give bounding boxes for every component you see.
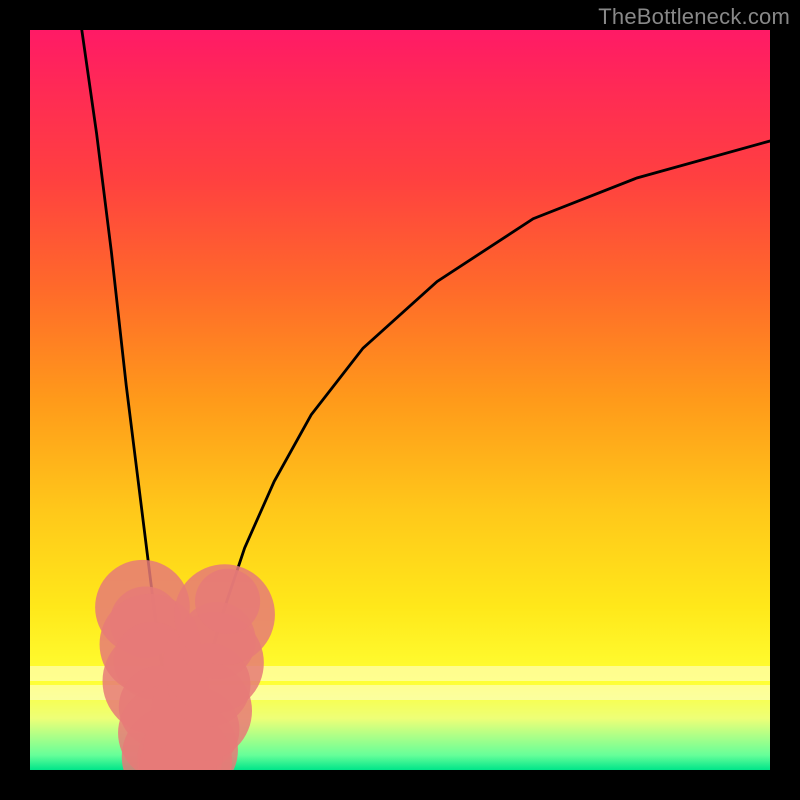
curve-right-branch — [178, 141, 770, 766]
plot-area — [30, 30, 770, 770]
watermark-text: TheBottleneck.com — [598, 4, 790, 30]
valley-dot — [195, 569, 260, 634]
valley-dots — [95, 560, 275, 770]
curves-svg — [30, 30, 770, 770]
chart-frame: TheBottleneck.com — [0, 0, 800, 800]
